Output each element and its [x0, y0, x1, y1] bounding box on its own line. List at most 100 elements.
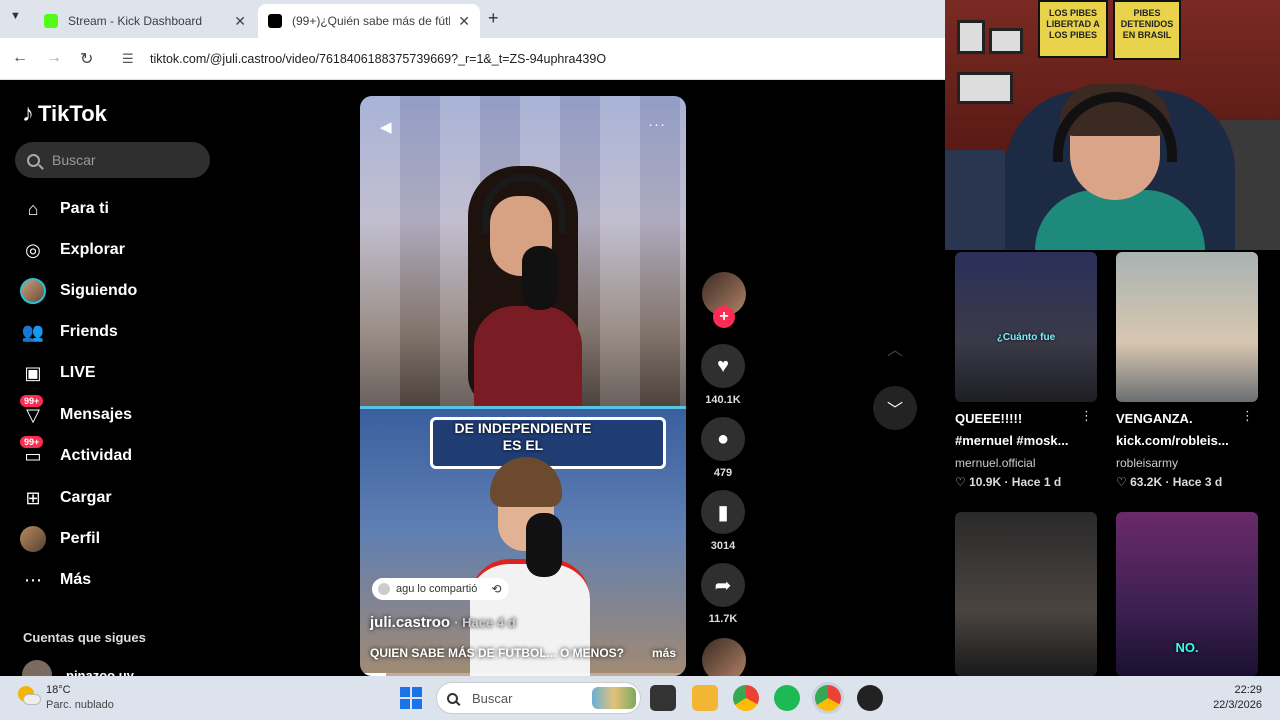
sidebar-item-live[interactable]: ▣ LIVE — [20, 358, 220, 388]
tab-kick-dashboard[interactable]: Stream - Kick Dashboard ✕ — [34, 4, 256, 38]
messages-badge: 99+ — [20, 395, 44, 407]
sidebar-item-perfil[interactable]: Perfil — [20, 524, 220, 554]
sidebar-item-actividad[interactable]: ▭ 99+ Actividad — [20, 436, 220, 471]
weather-condition[interactable]: Parc. nublado — [46, 699, 114, 711]
video-thumbnail — [1116, 252, 1258, 402]
like-count: 10.9K — [969, 475, 1002, 489]
spotify-icon[interactable] — [774, 685, 800, 711]
task-view-icon[interactable] — [650, 685, 676, 711]
sidebar-item-label: LIVE — [60, 364, 96, 381]
share-button[interactable]: ➦ — [701, 563, 745, 607]
search-input[interactable]: Buscar — [15, 142, 210, 178]
video-player[interactable]: DE INDEPENDIENTE ES EL ◀ ··· agu lo comp… — [360, 96, 686, 676]
previous-video-button[interactable]: ︿ — [873, 326, 917, 370]
post-time: Hace 1 d — [1011, 475, 1062, 489]
recommended-user[interactable]: robleisarmy — [1116, 456, 1178, 470]
sidebar-item-mas[interactable]: ⋯ Más — [20, 565, 220, 595]
save-count: 3014 — [710, 540, 736, 552]
overlay-line: DE INDEPENDIENTE — [454, 420, 592, 436]
title-line: VENGANZA. — [1116, 411, 1193, 426]
sidebar-item-label: Siguiendo — [60, 282, 138, 299]
weather-temperature[interactable]: 18°C — [46, 684, 71, 696]
more-options-icon[interactable]: ··· — [648, 116, 666, 133]
weather-icon[interactable] — [18, 686, 41, 708]
post-time: Hace 3 d — [1172, 475, 1223, 489]
sidebar-item-siguiendo[interactable]: Siguiendo — [20, 276, 220, 306]
sidebar-item-explorar[interactable]: ◎ Explorar — [20, 235, 220, 265]
windows-taskbar: 18°C Parc. nublado Buscar 22:29 22/3/202… — [0, 676, 1280, 720]
tab-title: Stream - Kick Dashboard — [68, 14, 203, 28]
like-button[interactable]: ♥ — [701, 344, 745, 388]
profile-avatar — [20, 526, 46, 552]
post-time: · Hace 4 d — [454, 615, 516, 630]
url-field[interactable]: ☰ tiktok.com/@juli.castroo/video/7618406… — [112, 44, 942, 74]
more-link[interactable]: más — [652, 646, 676, 660]
clock-time[interactable]: 22:29 — [1234, 684, 1262, 696]
streamer-webcam: LOS PIBES LIBERTAD A LOS PIBES PIBES DET… — [945, 0, 1280, 250]
windows-start-icon[interactable] — [400, 687, 422, 709]
share-icon: ➦ — [714, 574, 732, 597]
poster-text: PIBES DETENIDOS EN BRASIL — [1120, 8, 1174, 40]
bookmark-icon: ▮ — [717, 501, 729, 524]
shared-by-chip[interactable]: agu lo compartió ⟲ — [372, 578, 510, 600]
taskbar-search-input[interactable]: Buscar — [436, 682, 641, 714]
browser-tabstrip: ▼ Stream - Kick Dashboard ✕ (99+)¿Quién … — [0, 0, 945, 38]
search-placeholder: Buscar — [52, 152, 96, 168]
comment-button[interactable]: ● — [701, 417, 745, 461]
video-description: QUIEN SABE MÁS DE FUTBOL... O MENOS? más — [370, 646, 676, 660]
search-icon — [27, 153, 40, 167]
video-thumbnail — [955, 512, 1097, 676]
video-author[interactable]: juli.castroo · Hace 4 d — [370, 614, 516, 631]
comment-icon: ● — [716, 427, 730, 450]
tab-search-icon[interactable]: ▼ — [10, 10, 21, 22]
sidebar-item-cargar[interactable]: ⊞ Cargar — [20, 483, 220, 513]
activity-badge: 99+ — [20, 436, 44, 448]
next-video-button[interactable]: ﹀ — [873, 386, 917, 430]
back-icon[interactable]: ← — [12, 49, 28, 67]
save-button[interactable]: ▮ — [701, 490, 745, 534]
title-line: kick.com/robleis... — [1116, 433, 1229, 448]
tiktok-logo[interactable]: ♪ TikTok — [22, 100, 107, 128]
messages-icon: ▽ 99+ — [20, 395, 46, 428]
url-text: tiktok.com/@juli.castroo/video/761840618… — [150, 52, 607, 66]
close-tab-icon[interactable]: ✕ — [458, 13, 470, 30]
chrome-icon[interactable] — [733, 685, 759, 711]
sidebar-item-para-ti[interactable]: ⌂ Para ti — [20, 194, 220, 224]
kick-favicon-icon — [44, 14, 58, 28]
sidebar-item-mensajes[interactable]: ▽ 99+ Mensajes — [20, 395, 220, 430]
sidebar-item-label: Perfil — [60, 530, 101, 547]
heart-icon: ♥ — [717, 354, 729, 377]
video-top-frame — [360, 96, 686, 406]
clock-date[interactable]: 22/3/2026 — [1213, 699, 1262, 711]
poster-text: LOS PIBES LIBERTAD A LOS PIBES — [1046, 8, 1100, 40]
volume-icon[interactable]: ◀ — [380, 118, 392, 136]
chrome-active-icon[interactable] — [815, 685, 841, 711]
sidebar-item-friends[interactable]: 👥 Friends — [20, 317, 220, 347]
like-count: 63.2K — [1130, 475, 1163, 489]
recommended-user[interactable]: mernuel.official — [955, 456, 1035, 470]
reload-icon[interactable]: ↻ — [80, 49, 93, 69]
description-text: QUIEN SABE MÁS DE FUTBOL... O MENOS? — [370, 646, 625, 660]
more-options-icon[interactable]: ⋮ — [1241, 408, 1254, 424]
avatar — [378, 583, 390, 595]
more-options-icon[interactable]: ⋮ — [1080, 408, 1093, 424]
chevron-down-icon: ﹀ — [886, 402, 903, 419]
recommended-title: QUEEE!!!!! #mernuel #mosk... — [955, 408, 1097, 452]
friends-icon: 👥 — [21, 321, 45, 342]
search-icon — [447, 692, 458, 704]
close-tab-icon[interactable]: ✕ — [234, 13, 246, 30]
logo-text: TikTok — [38, 101, 107, 126]
follow-button[interactable]: + — [713, 306, 735, 328]
wall-poster: LOS PIBES LIBERTAD A LOS PIBES — [1038, 0, 1108, 58]
forward-icon[interactable]: → — [46, 49, 62, 67]
home-icon: ⌂ — [27, 198, 39, 219]
shared-by-text: agu lo compartió — [396, 583, 478, 595]
obs-icon[interactable] — [857, 685, 883, 711]
site-info-icon[interactable]: ☰ — [122, 51, 138, 67]
file-explorer-icon[interactable] — [692, 685, 718, 711]
new-tab-icon[interactable]: + — [488, 8, 499, 29]
sidebar-item-label: Más — [60, 571, 92, 588]
tiktok-note-icon: ♪ — [22, 100, 34, 127]
tab-tiktok-video[interactable]: (99+)¿Quién sabe más de fútbo ✕ — [258, 4, 480, 38]
recommended-title: VENGANZA. kick.com/robleis... — [1116, 408, 1258, 452]
